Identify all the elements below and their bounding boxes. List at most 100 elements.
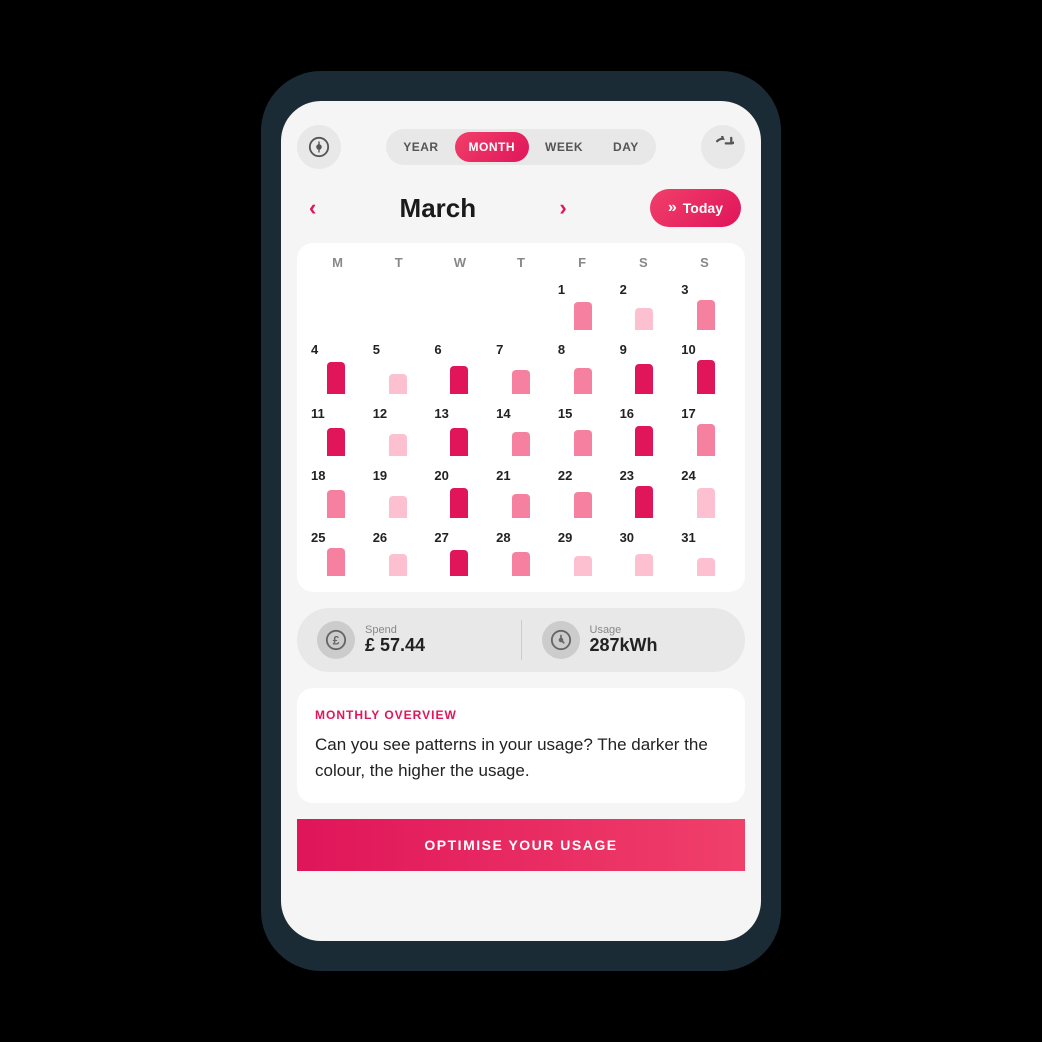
day-cell-2[interactable]: 2 xyxy=(616,278,674,334)
day-cell-19[interactable]: 19 xyxy=(369,464,427,522)
dh-tue: T xyxy=(368,255,429,270)
usage-bar-wrap xyxy=(556,360,610,394)
usage-bar xyxy=(697,558,715,576)
day-cell-29[interactable]: 29 xyxy=(554,526,612,580)
prev-month-button[interactable]: ‹ xyxy=(301,191,324,225)
usage-bar xyxy=(697,424,715,456)
day-cell-11[interactable]: 11 xyxy=(307,402,365,460)
day-cell-17[interactable]: 17 xyxy=(677,402,735,460)
day-number: 13 xyxy=(432,406,448,421)
day-cell-26[interactable]: 26 xyxy=(369,526,427,580)
day-cell-16[interactable]: 16 xyxy=(616,402,674,460)
usage-bar-wrap xyxy=(556,486,610,518)
month-title: March xyxy=(400,193,477,224)
day-number: 20 xyxy=(432,468,448,483)
usage-bar xyxy=(450,488,468,518)
day-cell-1[interactable]: 1 xyxy=(554,278,612,334)
usage-bar-wrap xyxy=(371,548,425,576)
today-label: Today xyxy=(683,200,723,216)
usage-bar xyxy=(512,432,530,456)
day-number: 14 xyxy=(494,406,510,421)
day-cell-22[interactable]: 22 xyxy=(554,464,612,522)
day-number: 6 xyxy=(432,342,441,357)
overview-body-text: Can you see patterns in your usage? The … xyxy=(315,732,727,783)
day-cell-21[interactable]: 21 xyxy=(492,464,550,522)
day-number: 16 xyxy=(618,406,634,421)
optimise-button[interactable]: OPTIMISE YOUR USAGE xyxy=(297,819,745,871)
lightning-button[interactable] xyxy=(297,125,341,169)
usage-bar xyxy=(389,554,407,576)
day-cell-14[interactable]: 14 xyxy=(492,402,550,460)
day-cell-20[interactable]: 20 xyxy=(430,464,488,522)
tab-group: YEAR MONTH WEEK DAY xyxy=(386,129,656,165)
day-cell-5[interactable]: 5 xyxy=(369,338,427,398)
phone-frame: YEAR MONTH WEEK DAY ‹ March › » Today xyxy=(261,71,781,971)
usage-bar xyxy=(697,488,715,518)
spend-icon: £ xyxy=(317,621,355,659)
empty-cell xyxy=(430,278,488,334)
day-cell-7[interactable]: 7 xyxy=(492,338,550,398)
usage-bar-wrap xyxy=(309,548,363,576)
usage-stat: Usage 287kWh xyxy=(542,621,726,659)
tab-year[interactable]: YEAR xyxy=(389,132,452,162)
day-cell-24[interactable]: 24 xyxy=(677,464,735,522)
day-headers: M T W T F S S xyxy=(307,255,735,270)
day-number: 24 xyxy=(679,468,695,483)
usage-bar xyxy=(450,428,468,456)
day-cell-23[interactable]: 23 xyxy=(616,464,674,522)
day-cell-6[interactable]: 6 xyxy=(430,338,488,398)
day-cell-28[interactable]: 28 xyxy=(492,526,550,580)
usage-bar xyxy=(389,496,407,518)
day-number: 5 xyxy=(371,342,380,357)
day-cell-27[interactable]: 27 xyxy=(430,526,488,580)
day-cell-8[interactable]: 8 xyxy=(554,338,612,398)
day-cell-18[interactable]: 18 xyxy=(307,464,365,522)
refresh-button[interactable] xyxy=(701,125,745,169)
usage-bar-wrap xyxy=(432,424,486,456)
day-cell-12[interactable]: 12 xyxy=(369,402,427,460)
day-cell-13[interactable]: 13 xyxy=(430,402,488,460)
tab-week[interactable]: WEEK xyxy=(531,132,597,162)
usage-bar xyxy=(327,490,345,518)
day-cell-31[interactable]: 31 xyxy=(677,526,735,580)
usage-bar xyxy=(512,370,530,394)
day-cell-3[interactable]: 3 xyxy=(677,278,735,334)
usage-text: Usage 287kWh xyxy=(590,624,658,656)
day-cell-25[interactable]: 25 xyxy=(307,526,365,580)
usage-bar xyxy=(574,556,592,576)
spend-text: Spend £ 57.44 xyxy=(365,624,425,656)
day-cell-9[interactable]: 9 xyxy=(616,338,674,398)
usage-bar xyxy=(697,300,715,330)
usage-bar-wrap xyxy=(432,548,486,576)
usage-bar xyxy=(512,552,530,576)
day-cell-30[interactable]: 30 xyxy=(616,526,674,580)
usage-bar xyxy=(635,486,653,518)
day-cell-15[interactable]: 15 xyxy=(554,402,612,460)
usage-value: 287kWh xyxy=(590,636,658,656)
day-cell-4[interactable]: 4 xyxy=(307,338,365,398)
usage-bar-wrap xyxy=(618,360,672,394)
usage-bar-wrap xyxy=(618,424,672,456)
usage-icon xyxy=(542,621,580,659)
stats-bar: £ Spend £ 57.44 Usage xyxy=(297,608,745,672)
empty-cell xyxy=(307,278,365,334)
day-cell-10[interactable]: 10 xyxy=(677,338,735,398)
usage-bar-wrap xyxy=(309,360,363,394)
usage-bar xyxy=(327,548,345,576)
usage-bar-wrap xyxy=(371,486,425,518)
tab-month[interactable]: MONTH xyxy=(455,132,530,162)
day-number: 9 xyxy=(618,342,627,357)
usage-bar xyxy=(574,492,592,518)
tab-day[interactable]: DAY xyxy=(599,132,653,162)
usage-bar-wrap xyxy=(494,424,548,456)
usage-bar xyxy=(450,366,468,394)
day-number: 11 xyxy=(309,406,325,421)
today-button[interactable]: » Today xyxy=(650,189,741,227)
calendar-header: ‹ March › » Today xyxy=(297,189,745,227)
usage-bar xyxy=(327,428,345,456)
usage-bar-wrap xyxy=(556,424,610,456)
usage-bar-wrap xyxy=(679,486,733,518)
usage-bar xyxy=(450,550,468,576)
usage-bar xyxy=(389,434,407,456)
next-month-button[interactable]: › xyxy=(551,191,574,225)
